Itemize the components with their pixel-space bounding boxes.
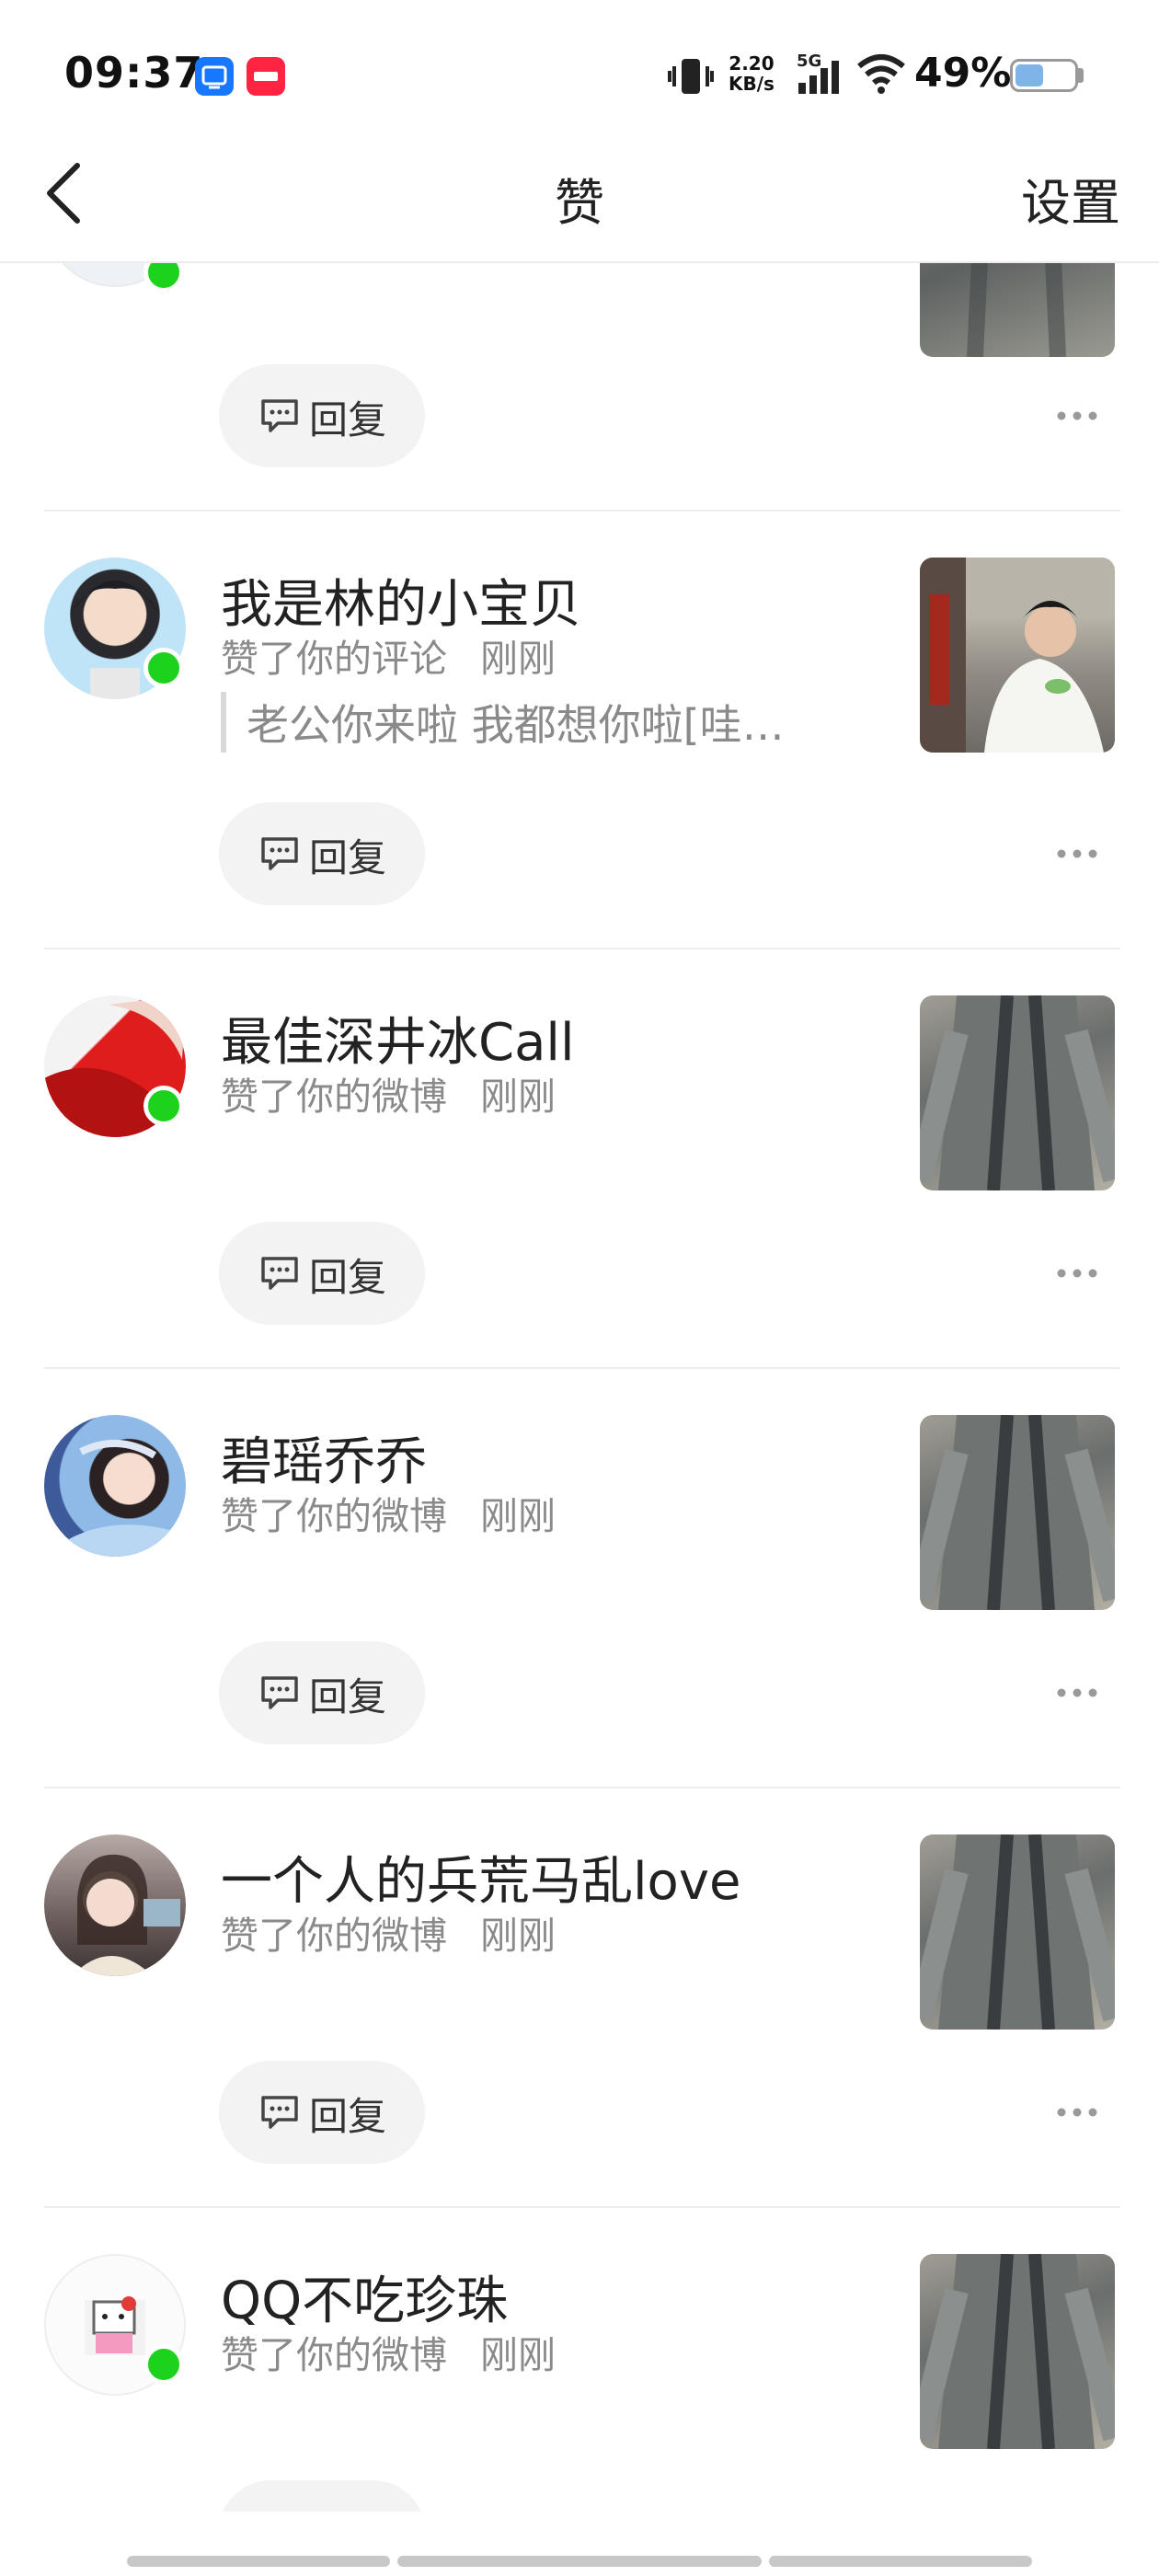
signal-5g-icon: 5G (797, 52, 846, 98)
reply-label: 回复 (309, 397, 387, 443)
timestamp: 刚刚 (480, 2333, 556, 2377)
timestamp: 刚刚 (480, 1075, 556, 1119)
list-item[interactable]: 一个人的兵荒马乱love 赞了你的微博 刚刚 回复 (0, 1788, 1159, 2208)
wifi-icon (857, 54, 905, 94)
action-meta: 赞了你的微博 刚刚 (221, 1065, 556, 1121)
action-meta: 赞了你的微博 刚刚 (221, 2324, 556, 2379)
network-speed: 2.20 KB/s (729, 52, 775, 95)
battery-icon (1010, 59, 1078, 92)
avatar[interactable] (44, 1834, 186, 1976)
list-item[interactable]: 回复 (0, 263, 1159, 512)
reply-button[interactable]: 回复 (219, 802, 425, 905)
battery-percent: 49% (914, 50, 1012, 97)
top-nav-bar: 赞 设置 (0, 138, 1159, 263)
more-options-icon[interactable] (1054, 1684, 1100, 1702)
reply-label: 回复 (309, 1255, 387, 1300)
username[interactable]: 碧瑶乔乔 (221, 1420, 427, 1495)
post-thumbnail[interactable] (920, 1834, 1115, 2030)
home-indicator[interactable] (397, 2556, 762, 2567)
settings-button[interactable]: 设置 (1021, 162, 1120, 235)
action-meta: 赞了你的微博 刚刚 (221, 1485, 556, 1540)
xiaohongshu-notification-icon (247, 57, 285, 96)
action-text: 赞了你的微博 (221, 1914, 447, 1958)
reply-button[interactable]: 回复 (219, 1222, 425, 1325)
status-bar: 09:37 2.20 KB/s 5G 49% (0, 0, 1159, 138)
action-text: 赞了你的微博 (221, 1494, 447, 1538)
home-indicator[interactable] (127, 2556, 390, 2567)
online-status-dot (143, 1086, 184, 1126)
likes-feed[interactable]: 回复 我是林的小宝贝 赞了你的评论 刚刚 老公你来啦 我都想你啦[哇… 回复 最… (0, 263, 1159, 2512)
action-meta: 赞了你的微博 刚刚 (221, 1904, 556, 1960)
reply-button[interactable]: 回复 (219, 1641, 425, 1744)
more-options-icon[interactable] (1054, 2103, 1100, 2122)
more-options-icon[interactable] (1054, 845, 1100, 863)
action-text: 赞了你的微博 (221, 1075, 447, 1119)
list-item[interactable]: 我是林的小宝贝 赞了你的评论 刚刚 老公你来啦 我都想你啦[哇… 回复 (0, 512, 1159, 949)
more-options-icon[interactable] (1054, 407, 1100, 425)
action-text: 赞了你的评论 (221, 637, 447, 681)
reply-label: 回复 (309, 835, 387, 880)
post-thumbnail[interactable] (920, 263, 1115, 357)
reply-button[interactable]: 回复 (219, 364, 425, 467)
timestamp: 刚刚 (480, 637, 556, 681)
battery-fill (1016, 64, 1043, 86)
action-text: 赞了你的微博 (221, 2333, 447, 2377)
reply-button[interactable] (219, 2480, 425, 2512)
list-item[interactable]: QQ不吃珍珠 赞了你的微博 刚刚 (0, 2208, 1159, 2512)
username[interactable]: 我是林的小宝贝 (221, 563, 581, 638)
status-time: 09:37 (64, 48, 204, 98)
avatar[interactable] (44, 1415, 186, 1557)
online-status-dot (143, 648, 184, 688)
comment-icon (261, 2096, 298, 2129)
timestamp: 刚刚 (480, 1494, 556, 1538)
notification-app-icon (195, 57, 234, 96)
username[interactable]: 一个人的兵荒马乱love (221, 1840, 740, 1915)
page-title: 赞 (555, 174, 604, 232)
comment-icon (261, 1257, 298, 1290)
comment-icon (261, 399, 298, 432)
list-item[interactable]: 碧瑶乔乔 赞了你的微博 刚刚 回复 (0, 1369, 1159, 1788)
online-status-dot (143, 2344, 184, 2385)
online-status-dot (143, 263, 184, 293)
list-item[interactable]: 最佳深井冰Call 赞了你的微博 刚刚 回复 (0, 949, 1159, 1369)
username[interactable]: 最佳深井冰Call (221, 1001, 575, 1075)
comment-icon (261, 837, 298, 870)
vibrate-icon (668, 59, 714, 94)
post-thumbnail[interactable] (920, 2254, 1115, 2449)
action-meta: 赞了你的评论 刚刚 (221, 627, 556, 683)
reply-label: 回复 (309, 2094, 387, 2139)
more-options-icon[interactable] (1054, 1264, 1100, 1282)
quoted-comment[interactable]: 老公你来啦 我都想你啦[哇… (221, 692, 854, 753)
battery-tip (1078, 68, 1084, 83)
post-thumbnail[interactable] (920, 558, 1115, 753)
reply-label: 回复 (309, 1674, 387, 1719)
post-thumbnail[interactable] (920, 1415, 1115, 1610)
timestamp: 刚刚 (480, 1914, 556, 1958)
comment-icon (261, 1676, 298, 1709)
username[interactable]: QQ不吃珍珠 (221, 2260, 508, 2334)
reply-button[interactable]: 回复 (219, 2061, 425, 2164)
post-thumbnail[interactable] (920, 995, 1115, 1190)
home-indicator[interactable] (769, 2556, 1032, 2567)
